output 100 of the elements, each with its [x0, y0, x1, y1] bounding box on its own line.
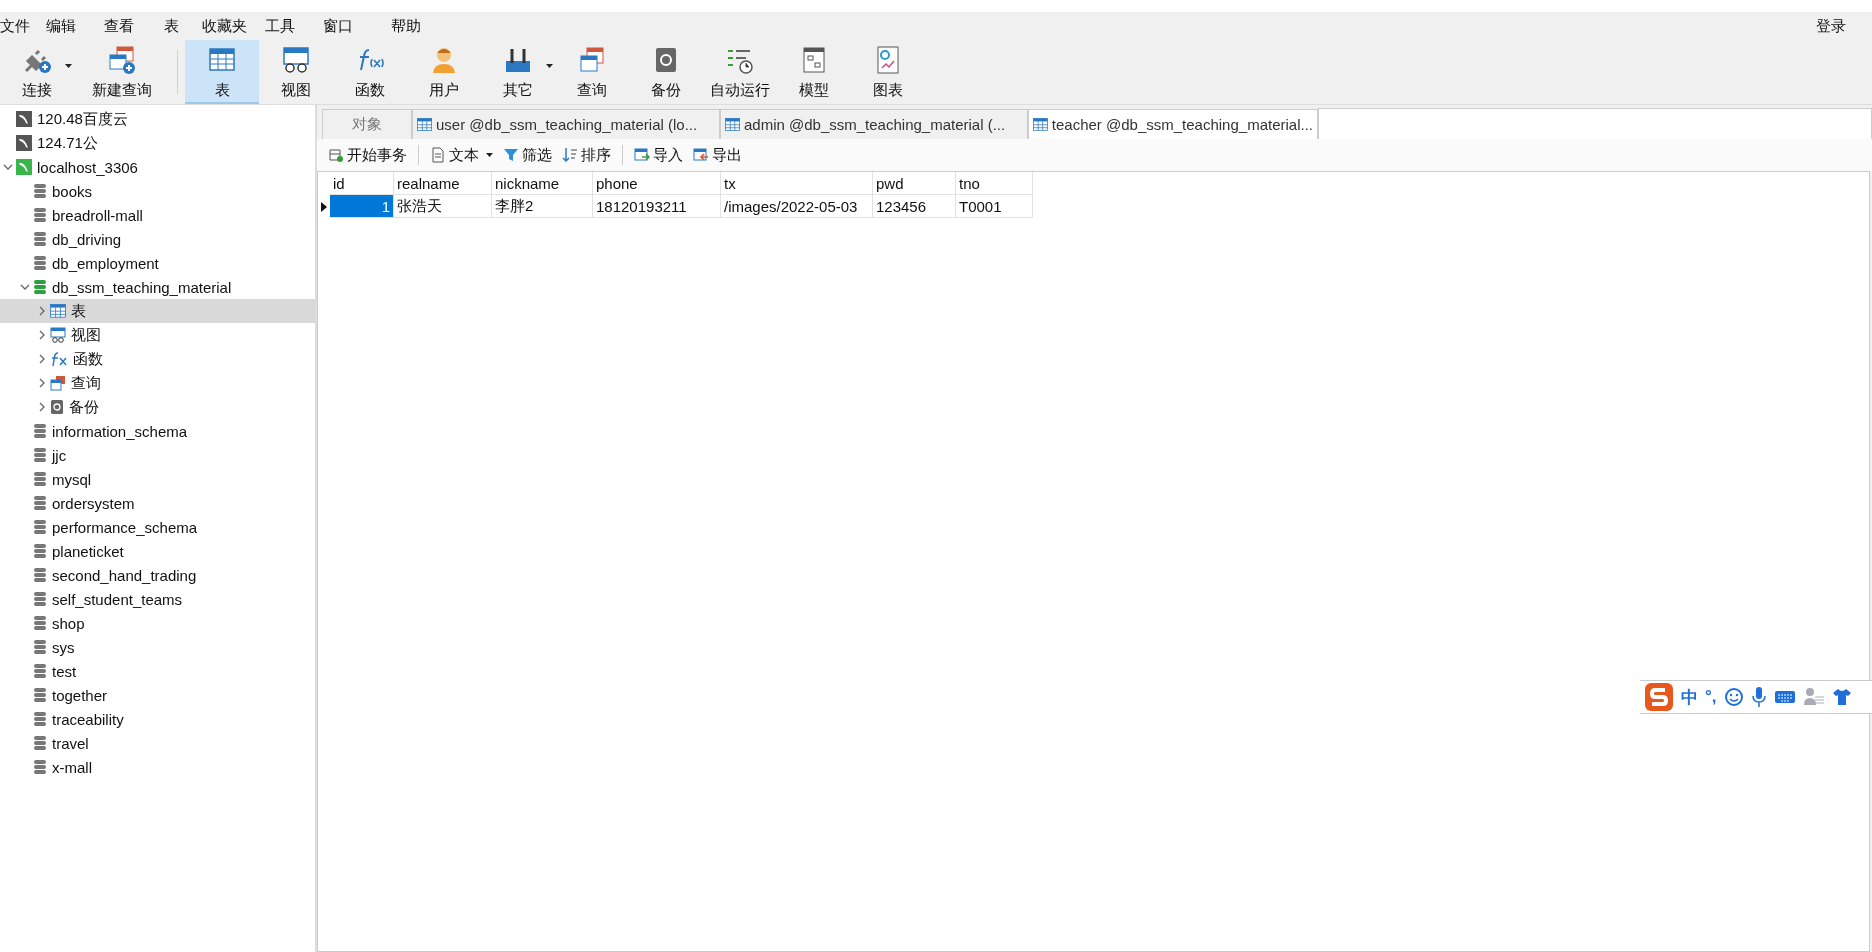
menu-item[interactable]: 文件	[0, 16, 46, 36]
database-icon	[33, 183, 47, 199]
toolbar-button[interactable]: 查询	[555, 40, 629, 104]
toolbar-button[interactable]: 模型	[777, 40, 851, 104]
menu-item[interactable]: 帮助	[391, 16, 451, 36]
table-cell[interactable]: 张浩天	[394, 195, 492, 218]
toolbar-button[interactable]: 表	[185, 40, 259, 104]
caret-icon[interactable]	[65, 64, 72, 68]
tree-item[interactable]: breadroll-mall	[52, 206, 143, 224]
tree-item[interactable]: test	[52, 662, 77, 680]
tree-item[interactable]: mysql	[52, 470, 92, 488]
grid-toolbar-button[interactable]: 排序	[559, 145, 614, 165]
grid-toolbar-button[interactable]: 开始事务	[325, 145, 410, 165]
table-icon	[1033, 118, 1048, 131]
toolbar-button[interactable]: 图表	[851, 40, 925, 104]
database-icon	[33, 519, 47, 535]
chevron-down-icon[interactable]	[20, 282, 30, 292]
menu-item[interactable]: 收藏夹	[202, 16, 265, 36]
new-query-icon	[107, 44, 137, 75]
chevron-right-icon[interactable]	[37, 330, 47, 340]
tree-item[interactable]: db_ssm_teaching_material	[52, 278, 232, 296]
tab[interactable]: admin @db_ssm_teaching_material (...	[720, 109, 1028, 139]
microphone-icon[interactable]	[1750, 686, 1767, 708]
toolbar-button[interactable]: 新建查询	[74, 40, 170, 104]
login-link[interactable]: 登录	[1816, 16, 1852, 36]
tree-item[interactable]: db_employment	[52, 254, 159, 272]
tab[interactable]: teacher @db_ssm_teaching_material...	[1028, 109, 1318, 139]
tree-item[interactable]: books	[52, 182, 93, 200]
tree-item[interactable]: 函数	[73, 349, 103, 369]
objects-tab[interactable]: 对象	[322, 109, 412, 139]
grid-toolbar-button[interactable]: 导出	[690, 145, 745, 165]
database-icon	[328, 147, 344, 163]
table-cell[interactable]: 123456	[873, 195, 956, 218]
database-icon	[33, 663, 47, 679]
toolbar-button[interactable]: 其它	[481, 40, 555, 104]
database-icon	[33, 255, 47, 271]
tree-item[interactable]: performance_schema	[52, 518, 198, 536]
table-cell[interactable]: T0001	[956, 195, 1033, 218]
table-icon	[417, 118, 432, 131]
tree-item[interactable]: localhost_3306	[37, 158, 138, 176]
database-icon	[33, 471, 47, 487]
tree-item[interactable]: 120.48百度云	[37, 109, 128, 129]
tree-item[interactable]: travel	[52, 734, 89, 752]
database-icon	[33, 687, 47, 703]
tree-item[interactable]: 表	[71, 301, 86, 321]
grid-toolbar-button[interactable]: 文本	[427, 145, 496, 165]
table-cell[interactable]: 1	[330, 195, 394, 218]
toolbar-button[interactable]: 备份	[629, 40, 703, 104]
database-icon	[33, 423, 47, 439]
chevron-right-icon[interactable]	[37, 306, 47, 316]
toolbar-button[interactable]: 连接	[0, 40, 74, 104]
toolbar-button[interactable]: 用户	[407, 40, 481, 104]
tree-item[interactable]: shop	[52, 614, 85, 632]
grid-toolbar-button[interactable]: 导入	[631, 145, 686, 165]
tree-item[interactable]: db_driving	[52, 230, 122, 248]
tree-item[interactable]: second_hand_trading	[52, 566, 197, 584]
menu-item[interactable]: 工具	[265, 16, 323, 36]
tree-item[interactable]: 124.71公	[37, 133, 98, 153]
tree-item[interactable]: 视图	[71, 325, 101, 345]
ime-mode-text[interactable]: °,	[1705, 687, 1717, 707]
toolbar-button[interactable]: 自动运行	[703, 40, 777, 104]
chevron-down-icon[interactable]	[3, 162, 13, 172]
table-cell[interactable]: 18120193211	[593, 195, 721, 218]
function-icon	[50, 351, 68, 367]
tree-item[interactable]: ordersystem	[52, 494, 135, 512]
grid-toolbar-button[interactable]: 筛选	[500, 145, 555, 165]
chevron-right-icon[interactable]	[37, 354, 47, 364]
tree-item[interactable]: x-mall	[52, 758, 92, 776]
tree-item[interactable]: together	[52, 686, 108, 704]
document-icon	[430, 147, 446, 163]
database-icon	[33, 591, 47, 607]
table-cell[interactable]: 李胖2	[492, 195, 593, 218]
sort-icon	[562, 147, 578, 163]
chevron-right-icon[interactable]	[37, 402, 47, 412]
table-cell[interactable]: /images/2022-05-03	[721, 195, 873, 218]
chevron-right-icon[interactable]	[37, 378, 47, 388]
tree-item[interactable]: information_schema	[52, 422, 188, 440]
export-icon	[693, 147, 709, 163]
tree-item[interactable]: 查询	[71, 373, 101, 393]
menu-item[interactable]: 编辑	[46, 16, 104, 36]
menu-item[interactable]: 表	[164, 16, 202, 36]
tree-item[interactable]: self_student_teams	[52, 590, 183, 608]
shirt-icon[interactable]	[1831, 687, 1852, 707]
menu-item[interactable]: 窗口	[323, 16, 391, 36]
keyboard-icon[interactable]	[1773, 689, 1796, 705]
database-icon	[33, 759, 47, 775]
caret-icon[interactable]	[486, 153, 493, 157]
toolbar-button[interactable]: 函数	[333, 40, 407, 104]
tree-item[interactable]: sys	[52, 638, 75, 656]
query-icon	[577, 44, 607, 75]
ime-mode-text[interactable]: 中	[1681, 685, 1698, 709]
tree-item[interactable]: 备份	[69, 397, 99, 417]
tree-item[interactable]: jjc	[52, 446, 67, 464]
tree-item[interactable]: traceability	[52, 710, 124, 728]
tree-item[interactable]: planeticket	[52, 542, 124, 560]
tab[interactable]: user @db_ssm_teaching_material (lo...	[412, 109, 720, 139]
toolbar-button[interactable]: 视图	[259, 40, 333, 104]
menu-item[interactable]: 查看	[104, 16, 164, 36]
caret-icon[interactable]	[546, 64, 553, 68]
smiley-icon[interactable]	[1723, 687, 1744, 707]
